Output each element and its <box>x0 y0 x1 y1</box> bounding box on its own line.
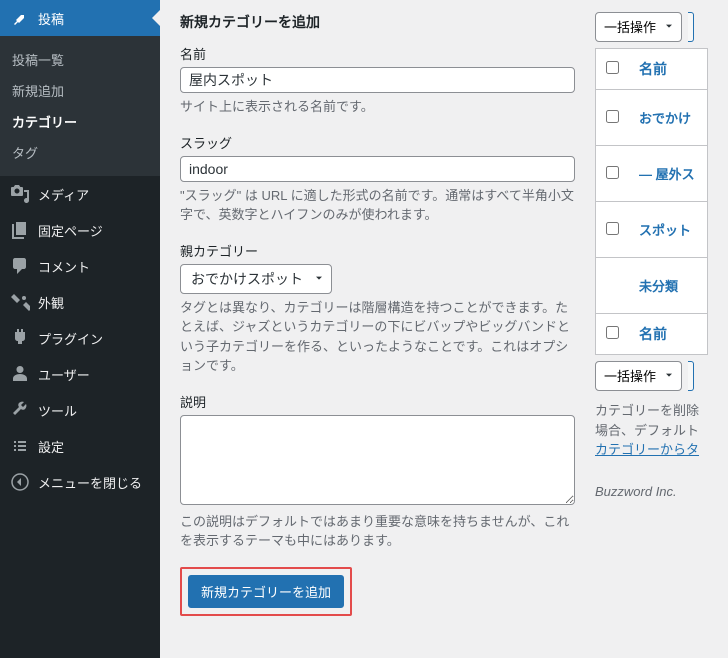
desc-help: この説明はデフォルトではあまり重要な意味を持ちませんが、これを表示するテーマも中… <box>180 512 575 551</box>
bulk-action-select-top[interactable]: 一括操作 <box>595 12 682 42</box>
media-icon <box>10 184 30 204</box>
bulk-action-select-bottom[interactable]: 一括操作 <box>595 361 682 391</box>
menu-settings[interactable]: 設定 <box>0 428 160 464</box>
menu-users[interactable]: ユーザー <box>0 356 160 392</box>
menu-pages-label: 固定ページ <box>38 221 103 240</box>
menu-appearance[interactable]: 外観 <box>0 284 160 320</box>
comments-icon <box>10 256 30 276</box>
category-link[interactable]: おでかけ <box>639 111 691 126</box>
row-checkbox[interactable] <box>606 222 619 235</box>
footer-credit: Buzzword Inc. <box>595 484 708 499</box>
select-all-top[interactable] <box>606 61 619 74</box>
name-label: 名前 <box>180 44 575 63</box>
submenu-all-posts[interactable]: 投稿一覧 <box>0 44 160 75</box>
posts-submenu: 投稿一覧 新規追加 カテゴリー タグ <box>0 36 160 176</box>
submit-button[interactable]: 新規カテゴリーを追加 <box>188 575 344 608</box>
plugins-icon <box>10 328 30 348</box>
menu-posts-label: 投稿 <box>38 9 64 28</box>
parent-label: 親カテゴリー <box>180 241 575 260</box>
collapse-icon <box>10 472 30 492</box>
category-to-tag-link[interactable]: カテゴリーからタ <box>595 442 699 457</box>
category-table: 名前 おでかけ — 屋外ス スポット 未分類 <box>595 48 708 355</box>
menu-users-label: ユーザー <box>38 365 90 384</box>
name-help: サイト上に表示される名前です。 <box>180 97 575 117</box>
users-icon <box>10 364 30 384</box>
parent-select[interactable]: おでかけスポット <box>180 264 332 294</box>
form-heading: 新規カテゴリーを追加 <box>180 12 575 32</box>
category-link[interactable]: — 屋外ス <box>639 167 695 182</box>
apply-button-bottom[interactable] <box>688 361 694 391</box>
pages-icon <box>10 220 30 240</box>
category-link[interactable]: スポット <box>639 223 691 238</box>
menu-comments[interactable]: コメント <box>0 248 160 284</box>
menu-media-label: メディア <box>38 185 89 204</box>
submenu-new-post[interactable]: 新規追加 <box>0 75 160 106</box>
submenu-tag[interactable]: タグ <box>0 137 160 168</box>
name-input[interactable] <box>180 67 575 93</box>
menu-pages[interactable]: 固定ページ <box>0 212 160 248</box>
menu-collapse[interactable]: メニューを閉じる <box>0 464 160 500</box>
desc-label: 説明 <box>180 392 575 411</box>
menu-appearance-label: 外観 <box>38 293 64 312</box>
slug-label: スラッグ <box>180 133 575 152</box>
slug-input[interactable] <box>180 156 575 182</box>
row-checkbox[interactable] <box>606 166 619 179</box>
menu-collapse-label: メニューを閉じる <box>38 473 142 492</box>
column-name-header[interactable]: 名前 <box>639 61 667 77</box>
menu-media[interactable]: メディア <box>0 176 160 212</box>
menu-settings-label: 設定 <box>38 437 64 456</box>
table-row: スポット <box>596 202 708 258</box>
submit-highlight: 新規カテゴリーを追加 <box>180 567 352 616</box>
menu-plugins-label: プラグイン <box>38 329 103 348</box>
table-row: 未分類 <box>596 258 708 314</box>
row-checkbox[interactable] <box>606 110 619 123</box>
submenu-category[interactable]: カテゴリー <box>0 106 160 137</box>
column-name-footer[interactable]: 名前 <box>639 326 667 342</box>
desc-textarea[interactable] <box>180 415 575 505</box>
menu-posts[interactable]: 投稿 <box>0 0 160 36</box>
table-row: おでかけ <box>596 90 708 146</box>
category-link[interactable]: 未分類 <box>639 279 678 294</box>
menu-comments-label: コメント <box>38 257 90 276</box>
settings-icon <box>10 436 30 456</box>
appearance-icon <box>10 292 30 312</box>
apply-button-top[interactable] <box>688 12 694 42</box>
delete-note: カテゴリーを削除 場合、デフォルト カテゴリーからタ <box>595 401 708 460</box>
menu-plugins[interactable]: プラグイン <box>0 320 160 356</box>
pushpin-icon <box>10 8 30 28</box>
tools-icon <box>10 400 30 420</box>
table-row: — 屋外ス <box>596 146 708 202</box>
menu-tools[interactable]: ツール <box>0 392 160 428</box>
menu-tools-label: ツール <box>38 401 77 420</box>
select-all-bottom[interactable] <box>606 326 619 339</box>
parent-help: タグとは異なり、カテゴリーは階層構造を持つことができます。たとえば、ジャズという… <box>180 298 575 376</box>
slug-help: "スラッグ" は URL に適した形式の名前です。通常はすべて半角小文字で、英数… <box>180 186 575 225</box>
